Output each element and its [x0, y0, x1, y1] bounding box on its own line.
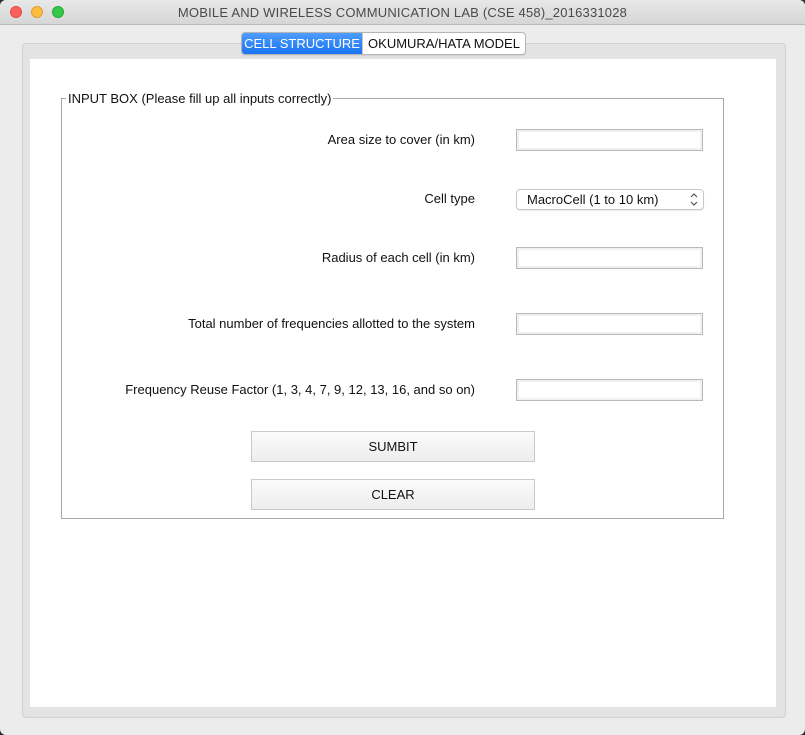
- app-window: MOBILE AND WIRELESS COMMUNICATION LAB (C…: [0, 0, 805, 735]
- clear-button[interactable]: CLEAR: [251, 479, 535, 510]
- title-bar[interactable]: MOBILE AND WIRELESS COMMUNICATION LAB (C…: [0, 0, 805, 25]
- area-size-input[interactable]: [516, 129, 703, 151]
- submit-button[interactable]: SUMBIT: [251, 431, 535, 462]
- input-box-legend: INPUT BOX (Please fill up all inputs cor…: [66, 91, 334, 106]
- radius-label: Radius of each cell (in km): [321, 250, 475, 265]
- total-frequencies-label: Total number of frequencies allotted to …: [188, 316, 475, 331]
- total-frequencies-input[interactable]: [516, 313, 703, 335]
- radius-input[interactable]: [516, 247, 703, 269]
- chevron-up-down-icon: [690, 193, 698, 206]
- window-title: MOBILE AND WIRELESS COMMUNICATION LAB (C…: [177, 5, 628, 20]
- cell-type-label: Cell type: [424, 191, 475, 206]
- reuse-factor-label: Frequency Reuse Factor (1, 3, 4, 7, 9, 1…: [125, 382, 475, 397]
- cell-type-select[interactable]: MacroCell (1 to 10 km): [516, 189, 704, 210]
- area-size-label: Area size to cover (in km): [327, 132, 475, 147]
- reuse-factor-input[interactable]: [516, 379, 703, 401]
- tab-cell-structure[interactable]: CELL STRUCTURE: [242, 33, 362, 54]
- tab-okumura-hata-model[interactable]: OKUMURA/HATA MODEL: [362, 33, 525, 54]
- tab-bar: CELL STRUCTURE OKUMURA/HATA MODEL: [241, 32, 526, 55]
- cell-type-selected-value: MacroCell (1 to 10 km): [527, 192, 659, 207]
